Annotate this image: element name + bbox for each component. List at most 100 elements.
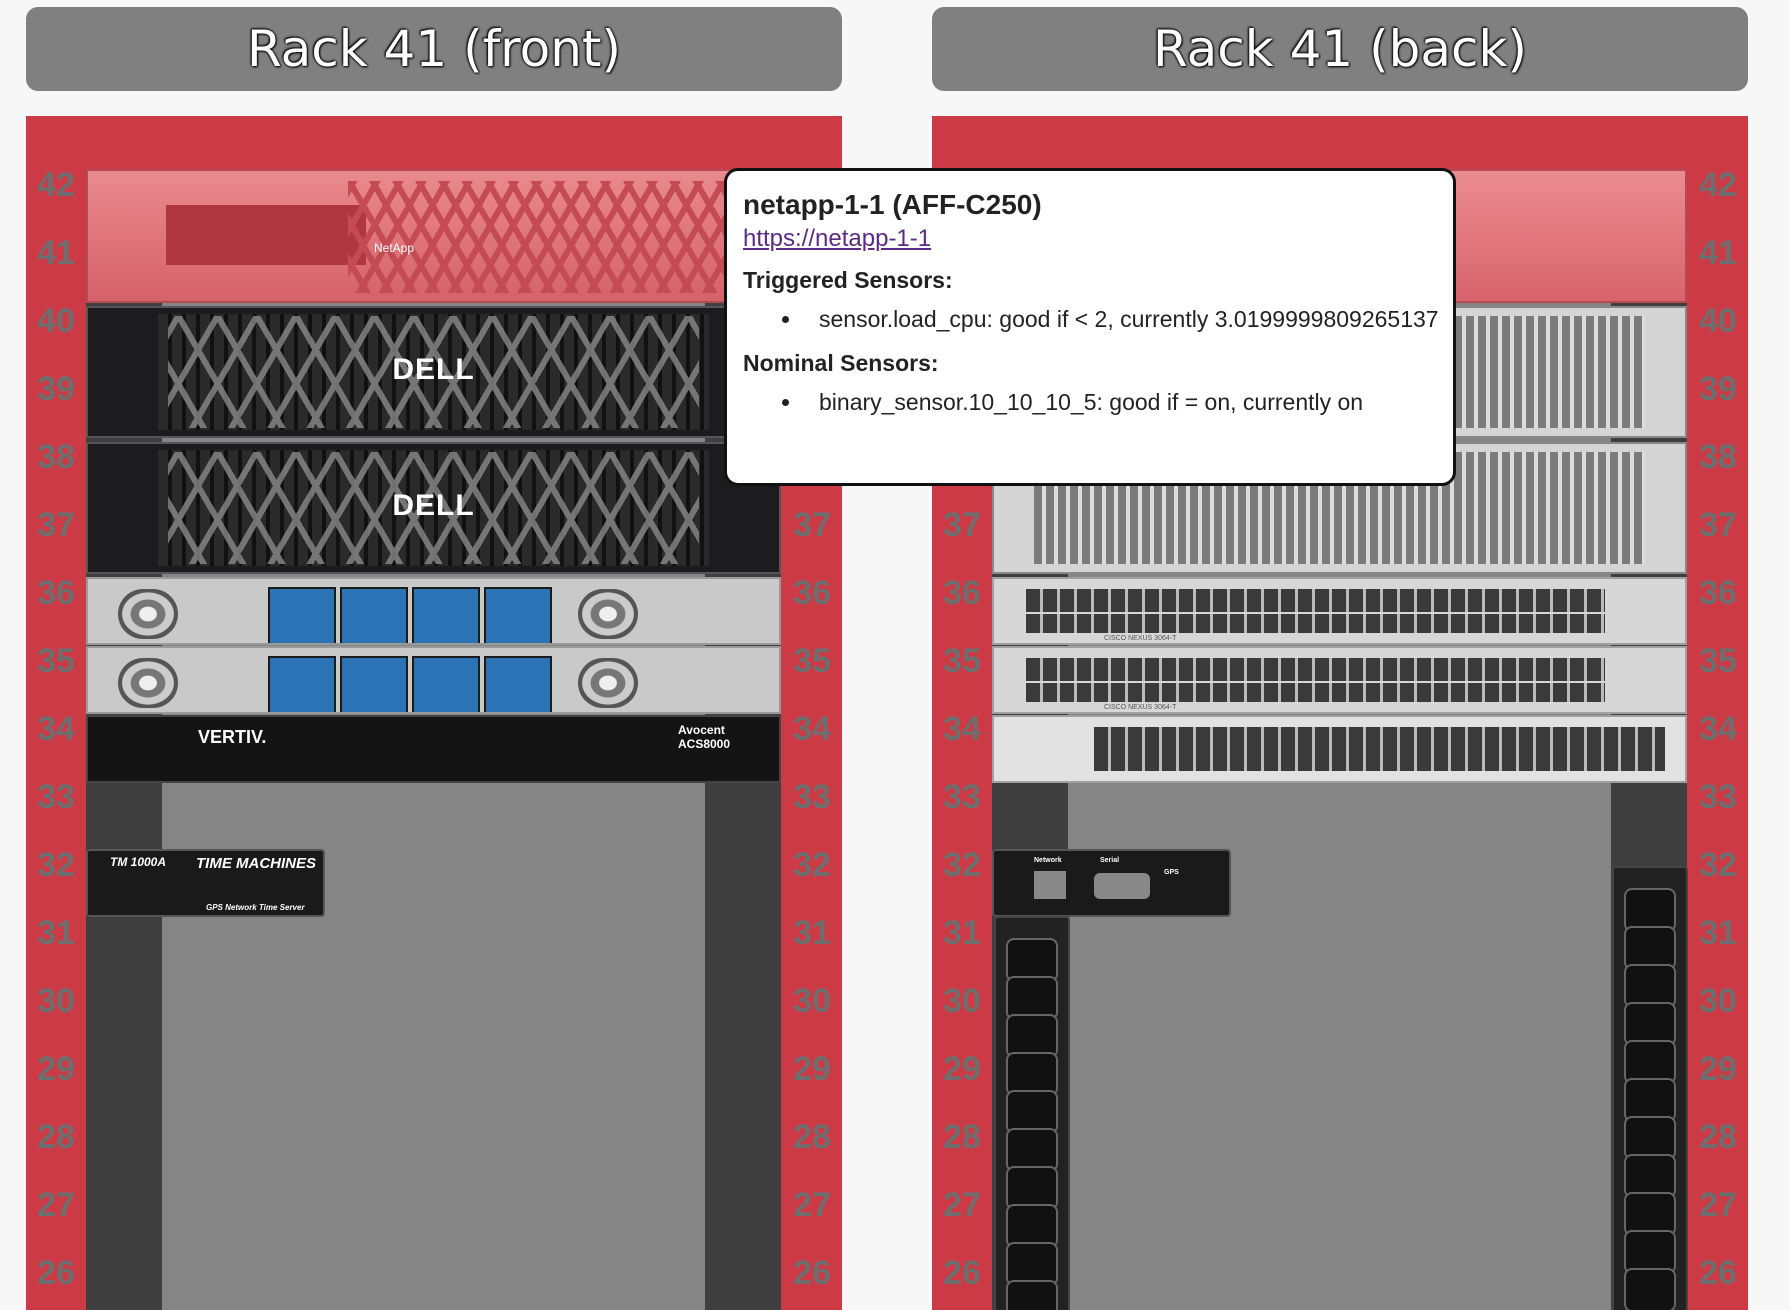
rack-unit-number: 35 bbox=[1699, 642, 1737, 680]
fan-icon bbox=[578, 589, 638, 639]
gps-network-label: Network bbox=[1034, 857, 1062, 864]
vertiv-console-server[interactable]: VERTIV. Avocent ACS8000 bbox=[86, 715, 781, 783]
netapp-logo: NetApp bbox=[374, 241, 415, 255]
rack-unit-number: 38 bbox=[1699, 438, 1737, 476]
fan-icon bbox=[118, 658, 178, 708]
fan-module bbox=[340, 656, 408, 712]
rack-unit-number: 26 bbox=[943, 1254, 981, 1292]
netapp-grille bbox=[348, 181, 771, 293]
rack-unit-number: 30 bbox=[793, 982, 831, 1020]
rack-unit-number: 36 bbox=[1699, 574, 1737, 612]
rack-unit-number: 33 bbox=[37, 778, 75, 816]
rack-front: 4241403938373635343332313029282726 42414… bbox=[26, 116, 842, 1310]
rack-unit-number: 35 bbox=[37, 642, 75, 680]
rack-unit-number: 26 bbox=[793, 1254, 831, 1292]
rack-unit-number: 35 bbox=[793, 642, 831, 680]
rack-unit-number: 28 bbox=[793, 1118, 831, 1156]
rack-unit-number: 36 bbox=[943, 574, 981, 612]
rack-unit-number: 27 bbox=[37, 1186, 75, 1224]
rack-unit-number: 30 bbox=[943, 982, 981, 1020]
fan-module bbox=[268, 587, 336, 643]
cisco-label: CISCO NEXUS 3064-T bbox=[1104, 704, 1177, 711]
dell-server-1-front[interactable]: DELL bbox=[86, 306, 781, 438]
tm-subtitle: GPS Network Time Server bbox=[206, 903, 305, 912]
rack-unit-number: 26 bbox=[37, 1254, 75, 1292]
rack-unit-number: 35 bbox=[943, 642, 981, 680]
rack-unit-number: 33 bbox=[793, 778, 831, 816]
rack-unit-number: 41 bbox=[1699, 234, 1737, 272]
rack-unit-number: 36 bbox=[37, 574, 75, 612]
rack-unit-number: 27 bbox=[943, 1186, 981, 1224]
port-divider bbox=[1026, 612, 1605, 614]
rack-unit-number: 32 bbox=[37, 846, 75, 884]
fan-module bbox=[340, 587, 408, 643]
rack-unit-number: 27 bbox=[1699, 1186, 1737, 1224]
rack-unit-number: 34 bbox=[793, 710, 831, 748]
gps-antenna-label: GPS bbox=[1164, 869, 1179, 876]
rack-unit-number: 40 bbox=[37, 302, 75, 340]
rack-unit-number: 26 bbox=[1699, 1254, 1737, 1292]
device-tooltip: netapp-1-1 (AFF-C250) https://netapp-1-1… bbox=[724, 168, 1456, 486]
fan-icon bbox=[118, 589, 178, 639]
vertiv-logo: VERTIV. bbox=[198, 727, 267, 747]
rack-front-title: Rack 41 (front) bbox=[26, 7, 842, 91]
rack-unit-number: 31 bbox=[37, 914, 75, 952]
rack-unit-number: 42 bbox=[1699, 166, 1737, 204]
rack-unit-number: 30 bbox=[1699, 982, 1737, 1020]
rack-unit-number: 37 bbox=[943, 506, 981, 544]
fan-module bbox=[484, 587, 552, 643]
gps-serial-label: Serial bbox=[1100, 857, 1120, 864]
switch-2-front[interactable] bbox=[86, 646, 781, 714]
nominal-sensor-item: binary_sensor.10_10_10_5: good if = on, … bbox=[803, 385, 1453, 419]
cisco-label: CISCO NEXUS 3064-T bbox=[1104, 635, 1177, 642]
rack-unit-number: 37 bbox=[37, 506, 75, 544]
rack-unit-number: 28 bbox=[37, 1118, 75, 1156]
ethernet-ports bbox=[1026, 658, 1605, 702]
rack-unit-number: 33 bbox=[1699, 778, 1737, 816]
tooltip-title: netapp-1-1 (AFF-C250) bbox=[743, 189, 1042, 220]
power-outlet-icon bbox=[1624, 1268, 1676, 1310]
tm1000a-time-server[interactable]: TM 1000A TIME MACHINES GPS Network Time … bbox=[86, 849, 325, 917]
rack-unit-number: 31 bbox=[943, 914, 981, 952]
rack-unit-number: 31 bbox=[1699, 914, 1737, 952]
dell-server-2-front[interactable]: DELL bbox=[86, 442, 781, 574]
rack-unit-number: 39 bbox=[1699, 370, 1737, 408]
cisco-mgmt-switch-back[interactable] bbox=[992, 715, 1687, 783]
rack-unit-number: 41 bbox=[37, 234, 75, 272]
pdu-left bbox=[994, 916, 1070, 1310]
vertiv-model: Avocent ACS8000 bbox=[678, 723, 731, 751]
rack-unit-number: 39 bbox=[37, 370, 75, 408]
dell-logo: DELL bbox=[392, 489, 475, 522]
netapp-1-1-front[interactable]: NetApp bbox=[86, 169, 781, 303]
rack-unit-number: 28 bbox=[1699, 1118, 1737, 1156]
fan-module bbox=[268, 656, 336, 712]
rack-unit-number: 34 bbox=[37, 710, 75, 748]
rack-unit-number: 34 bbox=[943, 710, 981, 748]
triggered-sensor-item: sensor.load_cpu: good if < 2, currently … bbox=[803, 302, 1453, 336]
rack-back-title: Rack 41 (back) bbox=[932, 7, 1748, 91]
rack-unit-number: 40 bbox=[1699, 302, 1737, 340]
rack-unit-number: 29 bbox=[793, 1050, 831, 1088]
pdu-right bbox=[1612, 866, 1688, 1310]
rack-unit-number: 32 bbox=[793, 846, 831, 884]
tooltip-link[interactable]: https://netapp-1-1 bbox=[743, 225, 1453, 253]
rack-unit-number: 32 bbox=[1699, 846, 1737, 884]
switch-1-front[interactable] bbox=[86, 577, 781, 645]
rack-unit-number: 37 bbox=[1699, 506, 1737, 544]
rack-unit-number: 27 bbox=[793, 1186, 831, 1224]
cisco-nexus-1-back[interactable]: CISCO NEXUS 3064-T bbox=[992, 577, 1687, 645]
rack-unit-number: 28 bbox=[943, 1118, 981, 1156]
rack-unit-number: 42 bbox=[37, 166, 75, 204]
serial-port-icon bbox=[1094, 873, 1150, 899]
dell-logo: DELL bbox=[392, 353, 475, 386]
rack-unit-number: 29 bbox=[37, 1050, 75, 1088]
rack-unit-number: 37 bbox=[793, 506, 831, 544]
triggered-heading: Triggered Sensors: bbox=[743, 267, 953, 293]
port-divider bbox=[1026, 681, 1605, 683]
netapp-bezel bbox=[166, 205, 366, 265]
fan-module bbox=[412, 587, 480, 643]
cisco-nexus-2-back[interactable]: CISCO NEXUS 3064-T bbox=[992, 646, 1687, 714]
tm1000a-back[interactable]: Network Serial GPS bbox=[992, 849, 1231, 917]
rack-unit-number: 30 bbox=[37, 982, 75, 1020]
ethernet-ports bbox=[1094, 727, 1665, 771]
